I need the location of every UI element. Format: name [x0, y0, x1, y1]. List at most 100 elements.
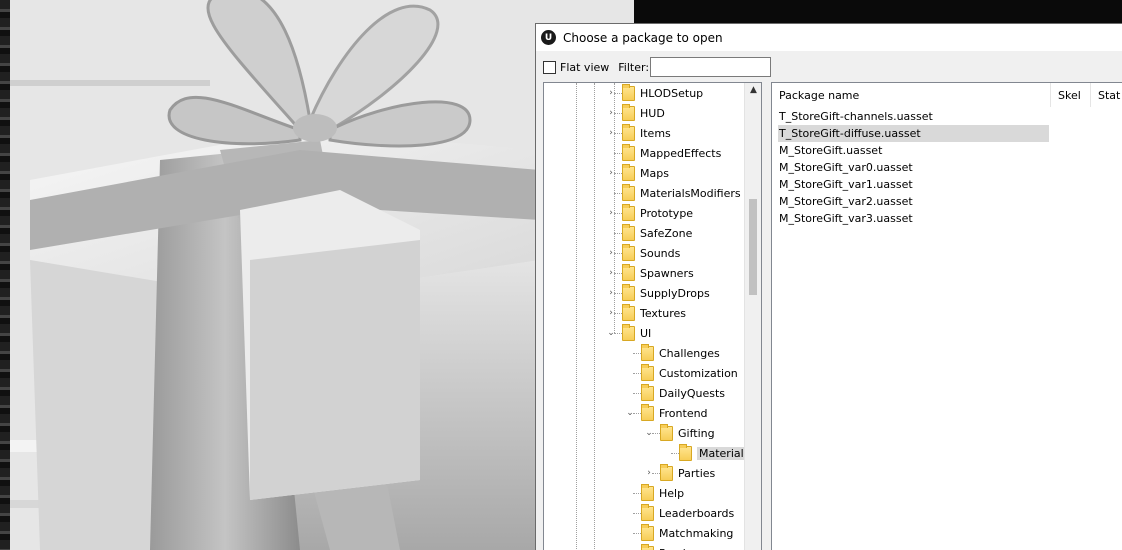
screen: U Choose a package to open Flat view Fil…: [0, 0, 1122, 550]
package-row[interactable]: M_StoreGift_var2.uasset: [778, 193, 1049, 210]
package-row[interactable]: T_StoreGift-channels.uasset: [778, 108, 1049, 125]
chevron-right-icon[interactable]: ›: [644, 468, 654, 478]
filter-input[interactable]: [650, 57, 772, 77]
tree-node[interactable]: ⌄ Frontend: [625, 403, 708, 423]
tree-node[interactable]: Purchase: [625, 543, 709, 550]
tree-node[interactable]: ⌄ Gifting: [644, 423, 715, 443]
chevron-down-icon[interactable]: ⌄: [606, 328, 616, 338]
folder-icon: [622, 263, 635, 281]
tree-node-label: Purchase: [659, 547, 709, 550]
scrollbar-thumb[interactable]: [749, 199, 757, 295]
folder-icon: [622, 283, 635, 301]
tree-node[interactable]: › Sounds: [606, 243, 680, 263]
tree-node-label: Challenges: [659, 346, 720, 360]
tree-node[interactable]: ⌄ UI: [606, 323, 651, 343]
chevron-right-icon[interactable]: ›: [606, 168, 616, 178]
chevron-right-icon[interactable]: ›: [606, 268, 616, 278]
tree-node[interactable]: Customization: [625, 363, 738, 383]
tree-node[interactable]: › Spawners: [606, 263, 694, 283]
folder-icon: [622, 183, 635, 201]
folder-icon: [622, 303, 635, 321]
chevron-right-icon[interactable]: ›: [606, 88, 616, 98]
dialog-toolbar: Flat view Filter:: [536, 56, 1122, 78]
tree-node-label: Items: [640, 126, 671, 140]
folder-icon: [622, 163, 635, 181]
chevron-right-icon[interactable]: ›: [606, 248, 616, 258]
tree-node[interactable]: SafeZone: [606, 223, 692, 243]
tree-node-label: SupplyDrops: [640, 286, 710, 300]
folder-icon: [622, 223, 635, 241]
folder-icon: [679, 443, 692, 461]
folder-tree[interactable]: › HLODSetup › HUD › Items MappedEffects › Maps Ma…: [543, 82, 762, 550]
tree-node-label: Sounds: [640, 246, 681, 260]
scroll-up-arrow-icon[interactable]: ▲: [745, 85, 761, 99]
flat-view-checkbox[interactable]: [543, 60, 556, 74]
folder-icon: [622, 83, 635, 101]
package-row[interactable]: M_StoreGift_var0.uasset: [778, 159, 1049, 176]
tree-node[interactable]: › Maps: [606, 163, 669, 183]
tree-node-label: Help: [659, 486, 685, 500]
tree-node-label: DailyQuests: [659, 386, 726, 400]
tree-node[interactable]: › HLODSetup: [606, 83, 703, 103]
chevron-right-icon[interactable]: ›: [606, 108, 616, 118]
tree-node[interactable]: Help: [625, 483, 684, 503]
folder-icon: [622, 143, 635, 161]
chevron-right-icon[interactable]: ›: [606, 308, 616, 318]
package-row[interactable]: M_StoreGift.uasset: [778, 142, 1049, 159]
tree-node[interactable]: › Textures: [606, 303, 686, 323]
tree-node[interactable]: › SupplyDrops: [606, 283, 710, 303]
package-row[interactable]: M_StoreGift_var1.uasset: [778, 176, 1049, 193]
tree-scrollbar[interactable]: ▲: [744, 83, 761, 550]
column-stat[interactable]: Stat: [1091, 83, 1122, 107]
tree-node[interactable]: Materials: [663, 443, 752, 463]
tree-node-label: MaterialsModifiers: [640, 186, 741, 200]
chevron-right-icon[interactable]: ›: [606, 288, 616, 298]
tree-node-label: SafeZone: [640, 226, 693, 240]
tree-node-label: Parties: [678, 466, 716, 480]
tree-node[interactable]: › Items: [606, 123, 671, 143]
tree-node[interactable]: MaterialsModifiers: [606, 183, 741, 203]
tree-node[interactable]: › Parties: [644, 463, 715, 483]
chevron-down-icon[interactable]: ⌄: [625, 408, 635, 418]
package-list[interactable]: Package name Skel Stat T_StoreGift-chann…: [771, 82, 1122, 550]
tree-node[interactable]: Challenges: [625, 343, 720, 363]
folder-icon: [622, 243, 635, 261]
chevron-right-icon[interactable]: ›: [606, 128, 616, 138]
tree-node[interactable]: › Prototype: [606, 203, 693, 223]
tree-node-label: Spawners: [640, 266, 694, 280]
folder-icon: [660, 423, 673, 441]
tree-node-label: Frontend: [659, 406, 708, 420]
tree-node-label: MappedEffects: [640, 146, 722, 160]
package-row[interactable]: T_StoreGift-diffuse.uasset: [778, 125, 1049, 142]
folder-icon: [641, 503, 654, 521]
unreal-app-icon: U: [541, 30, 556, 45]
tree-node[interactable]: Matchmaking: [625, 523, 733, 543]
chevron-right-icon[interactable]: ›: [606, 208, 616, 218]
tree-node-label: Textures: [640, 306, 686, 320]
flat-view-label[interactable]: Flat view: [560, 61, 609, 74]
dialog-titlebar[interactable]: U Choose a package to open: [536, 24, 1122, 51]
tree-node[interactable]: DailyQuests: [625, 383, 725, 403]
top-dark-bar: [634, 0, 1122, 23]
tree-node-label: Leaderboards: [659, 506, 735, 520]
column-package-name[interactable]: Package name: [772, 83, 1051, 107]
tree-node[interactable]: MappedEffects: [606, 143, 721, 163]
filter-label: Filter:: [618, 60, 650, 74]
tree-node-label: Maps: [640, 166, 669, 180]
package-row[interactable]: M_StoreGift_var3.uasset: [778, 210, 1049, 227]
tree-node-label: HUD: [640, 106, 665, 120]
tree-node[interactable]: Leaderboards: [625, 503, 734, 523]
chevron-down-icon[interactable]: ⌄: [644, 428, 654, 438]
column-skel[interactable]: Skel: [1051, 83, 1091, 107]
folder-icon: [622, 103, 635, 121]
tree-node[interactable]: › HUD: [606, 103, 665, 123]
